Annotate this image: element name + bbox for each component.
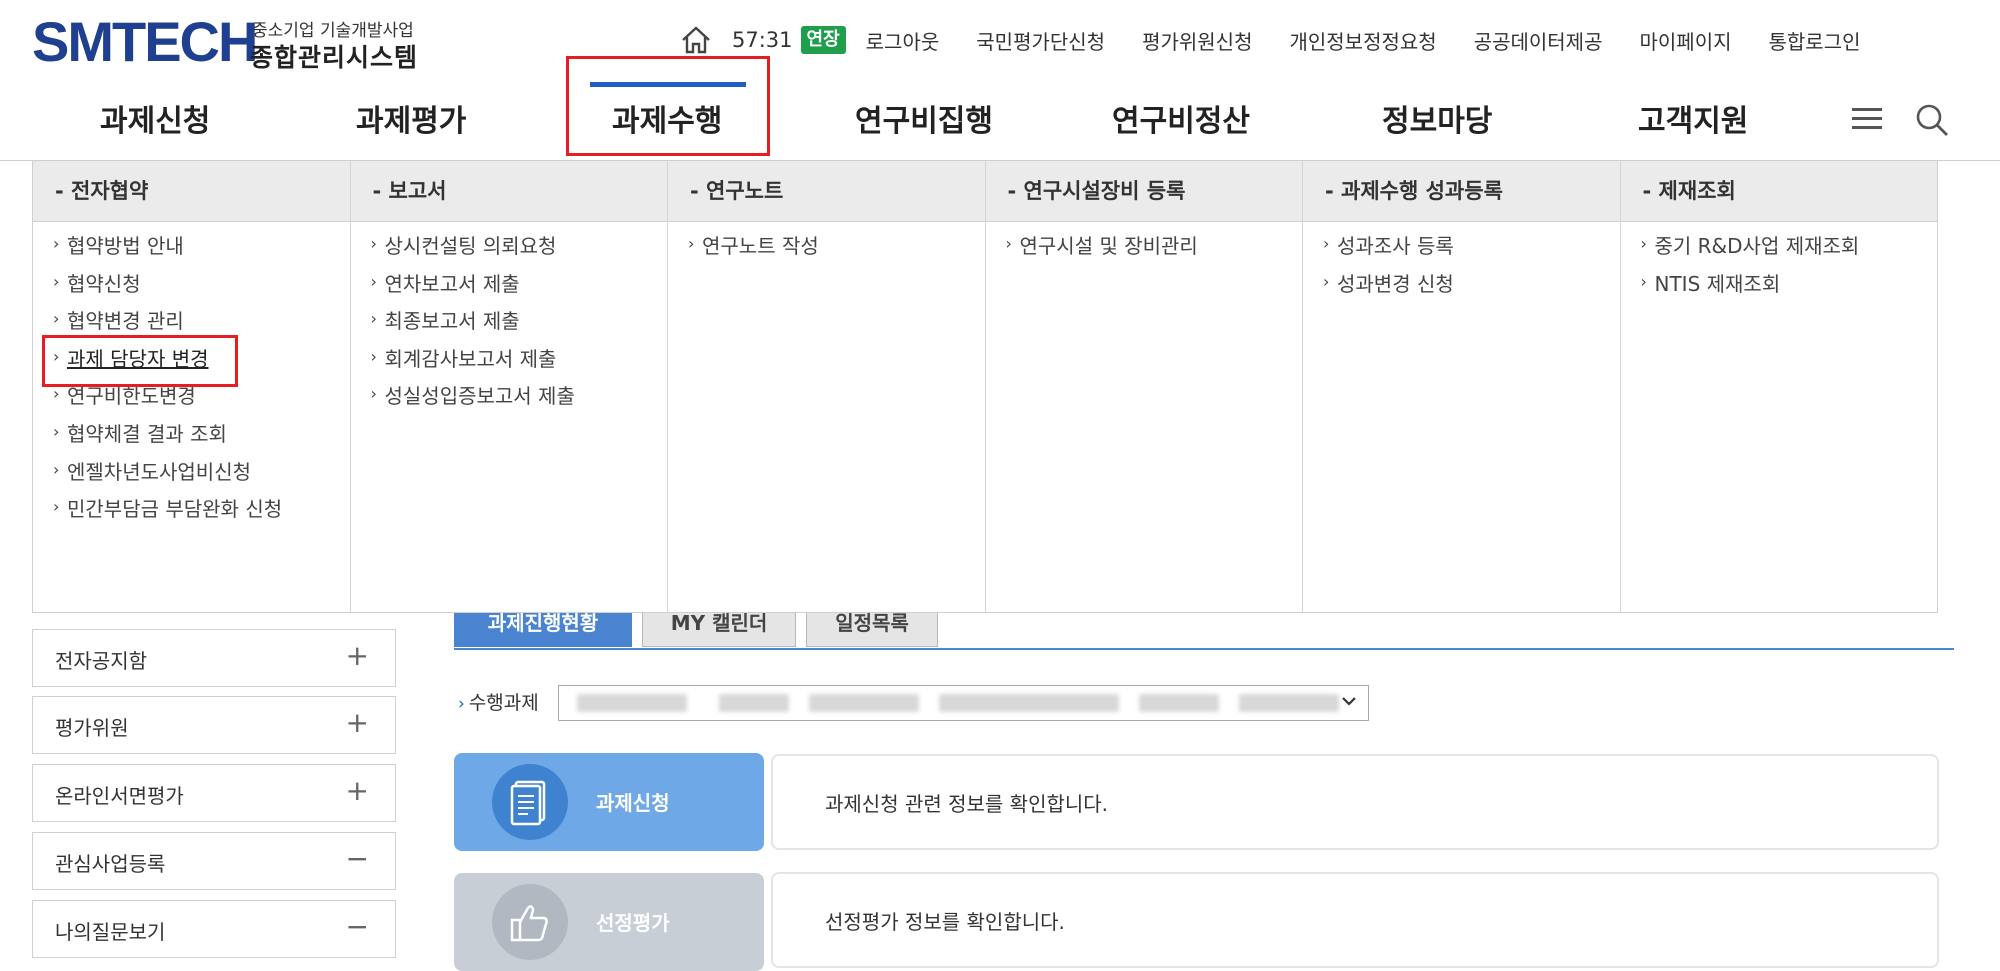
home-icon[interactable] (680, 25, 712, 55)
menu-item-performance-register[interactable]: 성과조사 등록 (1303, 225, 1620, 266)
citizen-evaluator-link[interactable]: 국민평가단신청 (976, 26, 1105, 55)
sidebar-item-online-evaluation[interactable]: 온라인서면평가 + (32, 764, 396, 822)
integrated-login-link[interactable]: 통합로그인 (1769, 26, 1861, 55)
public-data-link[interactable]: 공공데이터제공 (1474, 26, 1603, 55)
document-icon-circle (492, 764, 568, 840)
redacted-text (719, 694, 789, 712)
nav-item-task-evaluation[interactable]: 과제평가 (356, 96, 466, 140)
menu-item-research-note-write[interactable]: 연구노트 작성 (668, 225, 985, 266)
redacted-text (1139, 694, 1219, 712)
logo-system-name: 종합관리시스템 (250, 43, 419, 72)
menu-item-final-report[interactable]: 최종보고서 제출 (351, 300, 668, 341)
redacted-text (1239, 694, 1339, 712)
redacted-text (577, 694, 687, 712)
mega-col-list: 중기 R&D사업 제재조회 NTIS 제재조회 (1621, 222, 1938, 303)
sidebar-item-label: 온라인서면평가 (55, 784, 184, 808)
task-field-label: 수행과제 (458, 688, 539, 715)
sidebar-item-my-questions[interactable]: 나의질문보기 − (32, 900, 396, 958)
nav-item-support[interactable]: 고객지원 (1638, 96, 1748, 140)
main-nav: 과제신청 과제평가 과제수행 연구비집행 연구비정산 정보마당 고객지원 (0, 82, 2000, 161)
selection-evaluation-card-description: 선정평가 정보를 확인합니다. (771, 872, 1939, 968)
menu-item-ntis-sanction[interactable]: NTIS 제재조회 (1621, 263, 1938, 304)
menu-item-highlight-box (42, 335, 238, 387)
mega-col-performance: - 과제수행 성과등록 성과조사 등록 성과변경 신청 (1303, 161, 1621, 612)
mega-col-list: 연구시설 및 장비관리 (986, 222, 1303, 266)
card-label: 선정평가 (596, 911, 670, 935)
nav-item-info[interactable]: 정보마당 (1382, 96, 1492, 140)
thumbs-up-icon-circle (492, 884, 568, 960)
nav-item-fund-execution[interactable]: 연구비집행 (855, 96, 993, 140)
menu-item-performance-change[interactable]: 성과변경 신청 (1303, 263, 1620, 304)
session-timer: 57:31 (732, 28, 793, 52)
expand-icon[interactable]: + (346, 640, 369, 672)
task-select[interactable] (558, 685, 1369, 721)
personal-info-correction-link[interactable]: 개인정보정정요청 (1289, 26, 1436, 55)
card-description-text: 과제신청 관련 정보를 확인합니다. (825, 792, 1109, 816)
mypage-link[interactable]: 마이페이지 (1640, 26, 1732, 55)
selection-evaluation-card-button[interactable]: 선정평가 (454, 873, 764, 971)
mega-col-list: 연구노트 작성 (668, 222, 985, 266)
nav-item-fund-settlement[interactable]: 연구비정산 (1112, 96, 1250, 140)
mega-col-title[interactable]: - 연구노트 (668, 161, 985, 222)
redacted-text (809, 694, 919, 712)
menu-item-private-burden[interactable]: 민간부담금 부담완화 신청 (33, 488, 350, 529)
document-icon (510, 780, 546, 826)
chevron-down-icon (1342, 697, 1356, 706)
sidebar-item-interest-registration[interactable]: 관심사업등록 − (32, 832, 396, 890)
menu-item-audit-report[interactable]: 회계감사보고서 제출 (351, 338, 668, 379)
collapse-icon[interactable]: − (346, 911, 369, 943)
card-label: 과제신청 (596, 791, 670, 815)
expand-icon[interactable]: + (346, 707, 369, 739)
collapse-icon[interactable]: − (346, 843, 369, 875)
sidebar-item-label: 전자공지함 (55, 649, 147, 673)
menu-item-agreement-guide[interactable]: 협약방법 안내 (33, 225, 350, 266)
sidebar-item-label: 나의질문보기 (55, 920, 166, 944)
menu-item-agreement-result[interactable]: 협약체결 결과 조회 (33, 413, 350, 454)
card-description-text: 선정평가 정보를 확인합니다. (825, 910, 1065, 934)
nav-highlight-box (566, 56, 770, 156)
tab-underline (454, 648, 1954, 650)
menu-item-smb-sanction[interactable]: 중기 R&D사업 제재조회 (1621, 225, 1938, 266)
menu-item-integrity-report[interactable]: 성실성입증보고서 제출 (351, 375, 668, 416)
menu-item-annual-report[interactable]: 연차보고서 제출 (351, 263, 668, 304)
task-application-card-description: 과제신청 관련 정보를 확인합니다. (771, 754, 1939, 850)
menu-item-angel-next-year[interactable]: 엔젤차년도사업비신청 (33, 451, 350, 492)
mega-col-equipment: - 연구시설장비 등록 연구시설 및 장비관리 (985, 161, 1303, 612)
mega-col-title[interactable]: - 전자협약 (33, 161, 350, 222)
mega-col-title[interactable]: - 제재조회 (1620, 161, 1937, 222)
search-icon[interactable] (1914, 102, 1950, 138)
mega-col-research-note: - 연구노트 연구노트 작성 (668, 161, 986, 612)
mega-col-list: 상시컨설팅 의뢰요청 연차보고서 제출 최종보고서 제출 회계감사보고서 제출 … (351, 222, 668, 416)
mega-col-title[interactable]: - 연구시설장비 등록 (985, 161, 1302, 222)
mega-menu-dropdown: - 전자협약 협약방법 안내 협약신청 협약변경 관리 과제 담당자 변경 연구… (32, 161, 1938, 613)
utility-nav: 57:31 연장 로그아웃 국민평가단신청 평가위원신청 개인정보정정요청 공공… (680, 22, 1898, 58)
thumbs-up-icon (510, 905, 548, 942)
sidebar-item-label: 평가위원 (55, 716, 129, 740)
hamburger-menu-icon[interactable] (1850, 104, 1884, 134)
redacted-text (939, 694, 1119, 712)
extend-session-button[interactable]: 연장 (800, 26, 846, 54)
mega-col-title[interactable]: - 과제수행 성과등록 (1303, 161, 1620, 222)
menu-item-equipment-manage[interactable]: 연구시설 및 장비관리 (986, 225, 1303, 266)
logo-main-text: SMTECH (32, 10, 258, 73)
mega-col-list: 성과조사 등록 성과변경 신청 (1303, 222, 1620, 303)
expand-icon[interactable]: + (346, 775, 369, 807)
sidebar-item-label: 관심사업등록 (55, 852, 166, 876)
nav-item-task-application[interactable]: 과제신청 (100, 96, 210, 140)
mega-col-reports: - 보고서 상시컨설팅 의뢰요청 연차보고서 제출 최종보고서 제출 회계감사보… (350, 161, 668, 612)
evaluator-apply-link[interactable]: 평가위원신청 (1142, 26, 1252, 55)
sidebar-item-e-notice[interactable]: 전자공지함 + (32, 629, 396, 687)
mega-col-sanctions: - 제재조회 중기 R&D사업 제재조회 NTIS 제재조회 (1620, 161, 1938, 612)
menu-item-agreement-apply[interactable]: 협약신청 (33, 263, 350, 304)
menu-item-consulting-request[interactable]: 상시컨설팅 의뢰요청 (351, 225, 668, 266)
sidebar-item-evaluator[interactable]: 평가위원 + (32, 696, 396, 754)
logout-link[interactable]: 로그아웃 (866, 26, 940, 55)
mega-col-title[interactable]: - 보고서 (350, 161, 667, 222)
task-application-card-button[interactable]: 과제신청 (454, 753, 764, 851)
